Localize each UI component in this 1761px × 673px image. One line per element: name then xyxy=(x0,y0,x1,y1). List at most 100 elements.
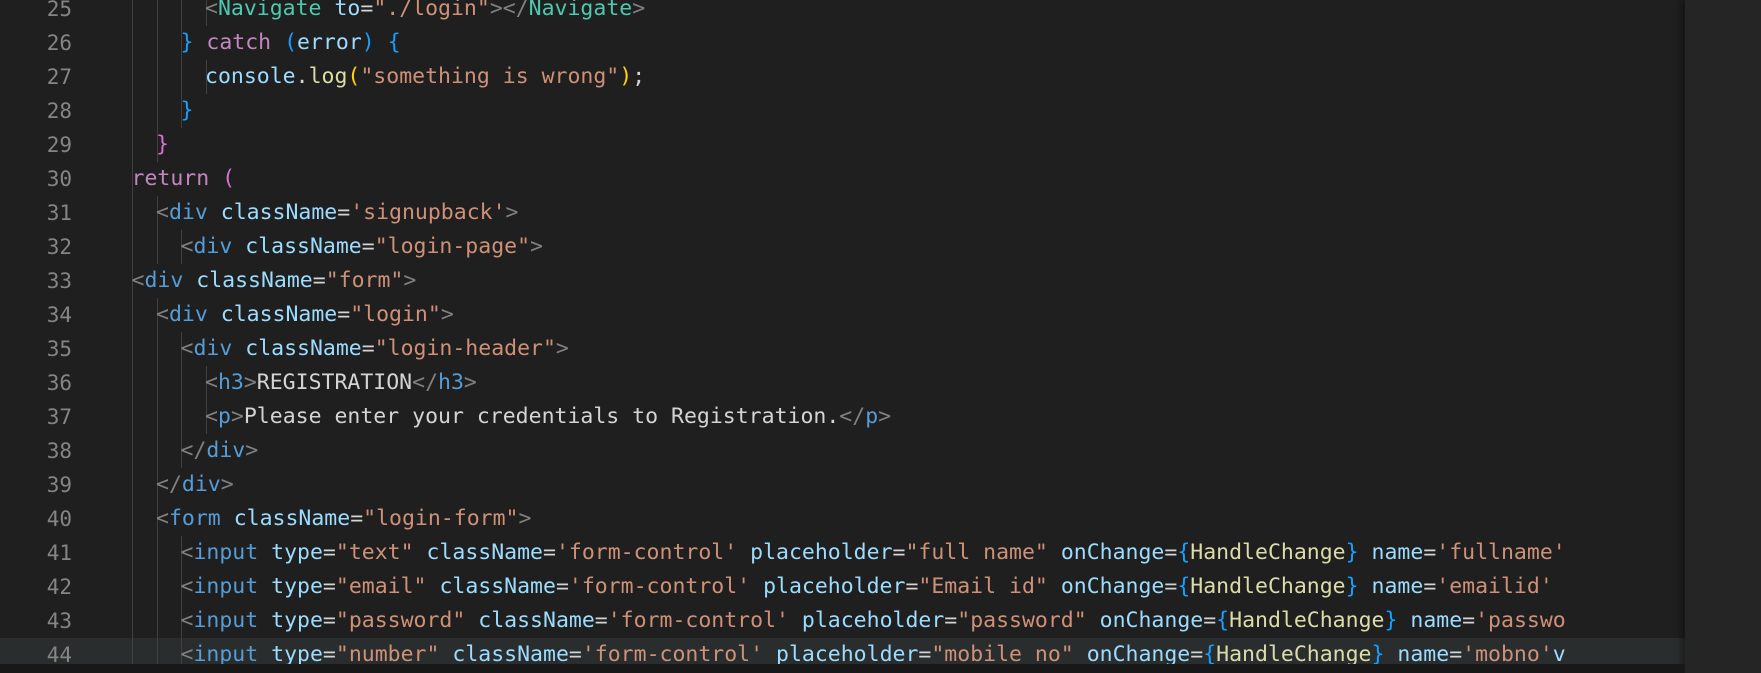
code-text[interactable]: <div className='signupback'> xyxy=(156,196,519,230)
code-token: onChange xyxy=(1060,574,1165,599)
indent-guide xyxy=(132,604,133,638)
code-token: > xyxy=(243,370,257,395)
code-line[interactable]: 29} xyxy=(0,128,1685,162)
code-line[interactable]: 32 <div className="login-page"> xyxy=(0,230,1685,264)
code-line[interactable]: 41 <input type="text" className='form-con… xyxy=(0,536,1685,570)
code-editor[interactable]: 25 <Navigate to="./login"></Navigate> 26} … xyxy=(0,0,1761,673)
code-token: > xyxy=(518,506,532,531)
code-text[interactable]: } xyxy=(156,128,169,162)
code-line[interactable]: 30 return ( xyxy=(0,162,1685,196)
code-text[interactable]: return ( xyxy=(132,162,236,196)
code-token: console xyxy=(205,64,296,89)
indent-guide xyxy=(156,400,158,434)
code-text[interactable]: <div className="login-page"> xyxy=(181,230,544,264)
code-line[interactable]: 28} xyxy=(0,94,1685,128)
code-token: } xyxy=(180,98,194,123)
code-text[interactable]: <div className="form"> xyxy=(132,264,417,298)
code-token: </ xyxy=(180,438,207,463)
code-token: ( xyxy=(222,166,236,191)
indent-guide xyxy=(156,366,158,400)
code-text[interactable]: <input type="email" className='form-cont… xyxy=(181,570,1553,604)
code-token: = xyxy=(1203,608,1217,633)
indent-guide xyxy=(156,94,158,128)
code-text[interactable]: </div> xyxy=(156,468,234,502)
code-token: to xyxy=(334,0,361,21)
code-token: } xyxy=(1345,540,1359,565)
code-line[interactable]: 39 </div> xyxy=(0,468,1685,502)
code-token: input xyxy=(193,540,259,565)
code-line[interactable]: 35 <div className="login-header"> xyxy=(0,332,1685,366)
line-number: 28 xyxy=(46,99,72,123)
code-text[interactable]: </div> xyxy=(181,434,259,468)
code-text[interactable]: <p>Please enter your credentials to Regi… xyxy=(205,400,891,434)
code-token: "text" xyxy=(335,540,414,565)
code-token: = xyxy=(350,506,364,531)
code-text[interactable]: <input type="text" className='form-contr… xyxy=(181,536,1566,570)
code-text[interactable]: <input type="password" className='form-c… xyxy=(181,604,1566,638)
code-line[interactable]: 31 <div className='signupback'> xyxy=(0,196,1685,230)
indent-guide xyxy=(156,570,158,604)
code-token: > xyxy=(230,404,244,429)
code-line[interactable]: 38 </div> xyxy=(0,434,1685,468)
code-token: Navigate xyxy=(528,0,633,21)
indent-guide xyxy=(181,0,182,26)
indent-guide xyxy=(132,230,133,264)
code-token: input xyxy=(193,574,259,599)
code-line[interactable]: 25 <Navigate to="./login"></Navigate> xyxy=(0,0,1685,26)
code-token: 'form-control' xyxy=(568,574,751,599)
code-token: HandleChange xyxy=(1190,540,1346,565)
code-token: HandleChange xyxy=(1190,574,1346,599)
code-text[interactable]: } catch (error) { xyxy=(181,26,401,60)
code-text[interactable]: <h3>REGISTRATION</h3> xyxy=(205,366,477,400)
minimap-scrollbar[interactable] xyxy=(1685,0,1761,673)
code-line[interactable]: 36 <h3>REGISTRATION</h3> xyxy=(0,366,1685,400)
indent-guide xyxy=(156,604,158,638)
code-text[interactable]: <div className="login"> xyxy=(156,298,454,332)
code-token: = xyxy=(361,336,375,361)
code-text[interactable]: <form className="login-form"> xyxy=(156,502,531,536)
code-line[interactable]: 42 <input type="email" className='form-co… xyxy=(0,570,1685,604)
code-token: Please enter your credentials to Registr… xyxy=(243,404,840,429)
code-token: = xyxy=(322,540,336,565)
indent-guide xyxy=(132,570,133,604)
line-number: 29 xyxy=(46,133,72,157)
code-token: ( xyxy=(347,64,361,89)
code-token: < xyxy=(131,268,145,293)
code-line[interactable]: 43 <input type="password" className='form… xyxy=(0,604,1685,638)
code-token: < xyxy=(205,370,218,395)
code-token: REGISTRATION xyxy=(256,370,413,395)
code-text[interactable]: <Navigate to="./login"></Navigate> xyxy=(205,0,645,26)
line-number: 37 xyxy=(46,405,72,429)
code-token: HandleChange xyxy=(1229,608,1385,633)
indent-guide xyxy=(156,536,158,570)
code-token: className xyxy=(245,234,362,259)
code-token: = xyxy=(1423,540,1437,565)
horizontal-scrollbar[interactable] xyxy=(0,664,1685,673)
code-line[interactable]: 27 console.log("something is wrong"); xyxy=(0,60,1685,94)
code-line[interactable]: 40 <form className="login-form"> xyxy=(0,502,1685,536)
code-line[interactable]: 26} catch (error) { xyxy=(0,26,1685,60)
code-token: < xyxy=(156,302,169,327)
code-area[interactable]: 25 <Navigate to="./login"></Navigate> 26} … xyxy=(0,0,1685,673)
code-text[interactable]: } xyxy=(181,94,194,128)
code-line[interactable]: 37 <p>Please enter your credentials to Re… xyxy=(0,400,1685,434)
code-text[interactable]: console.log("something is wrong"); xyxy=(205,60,645,94)
code-text[interactable]: <div className="login-header"> xyxy=(181,332,569,366)
code-token: form xyxy=(168,506,221,531)
code-line[interactable]: 34 <div className="login"> xyxy=(0,298,1685,332)
code-token: } xyxy=(156,132,169,157)
line-number: 41 xyxy=(46,541,72,565)
code-line[interactable]: 33 <div className="form"> xyxy=(0,264,1685,298)
code-token: } xyxy=(180,30,194,55)
indent-guide xyxy=(132,400,133,434)
